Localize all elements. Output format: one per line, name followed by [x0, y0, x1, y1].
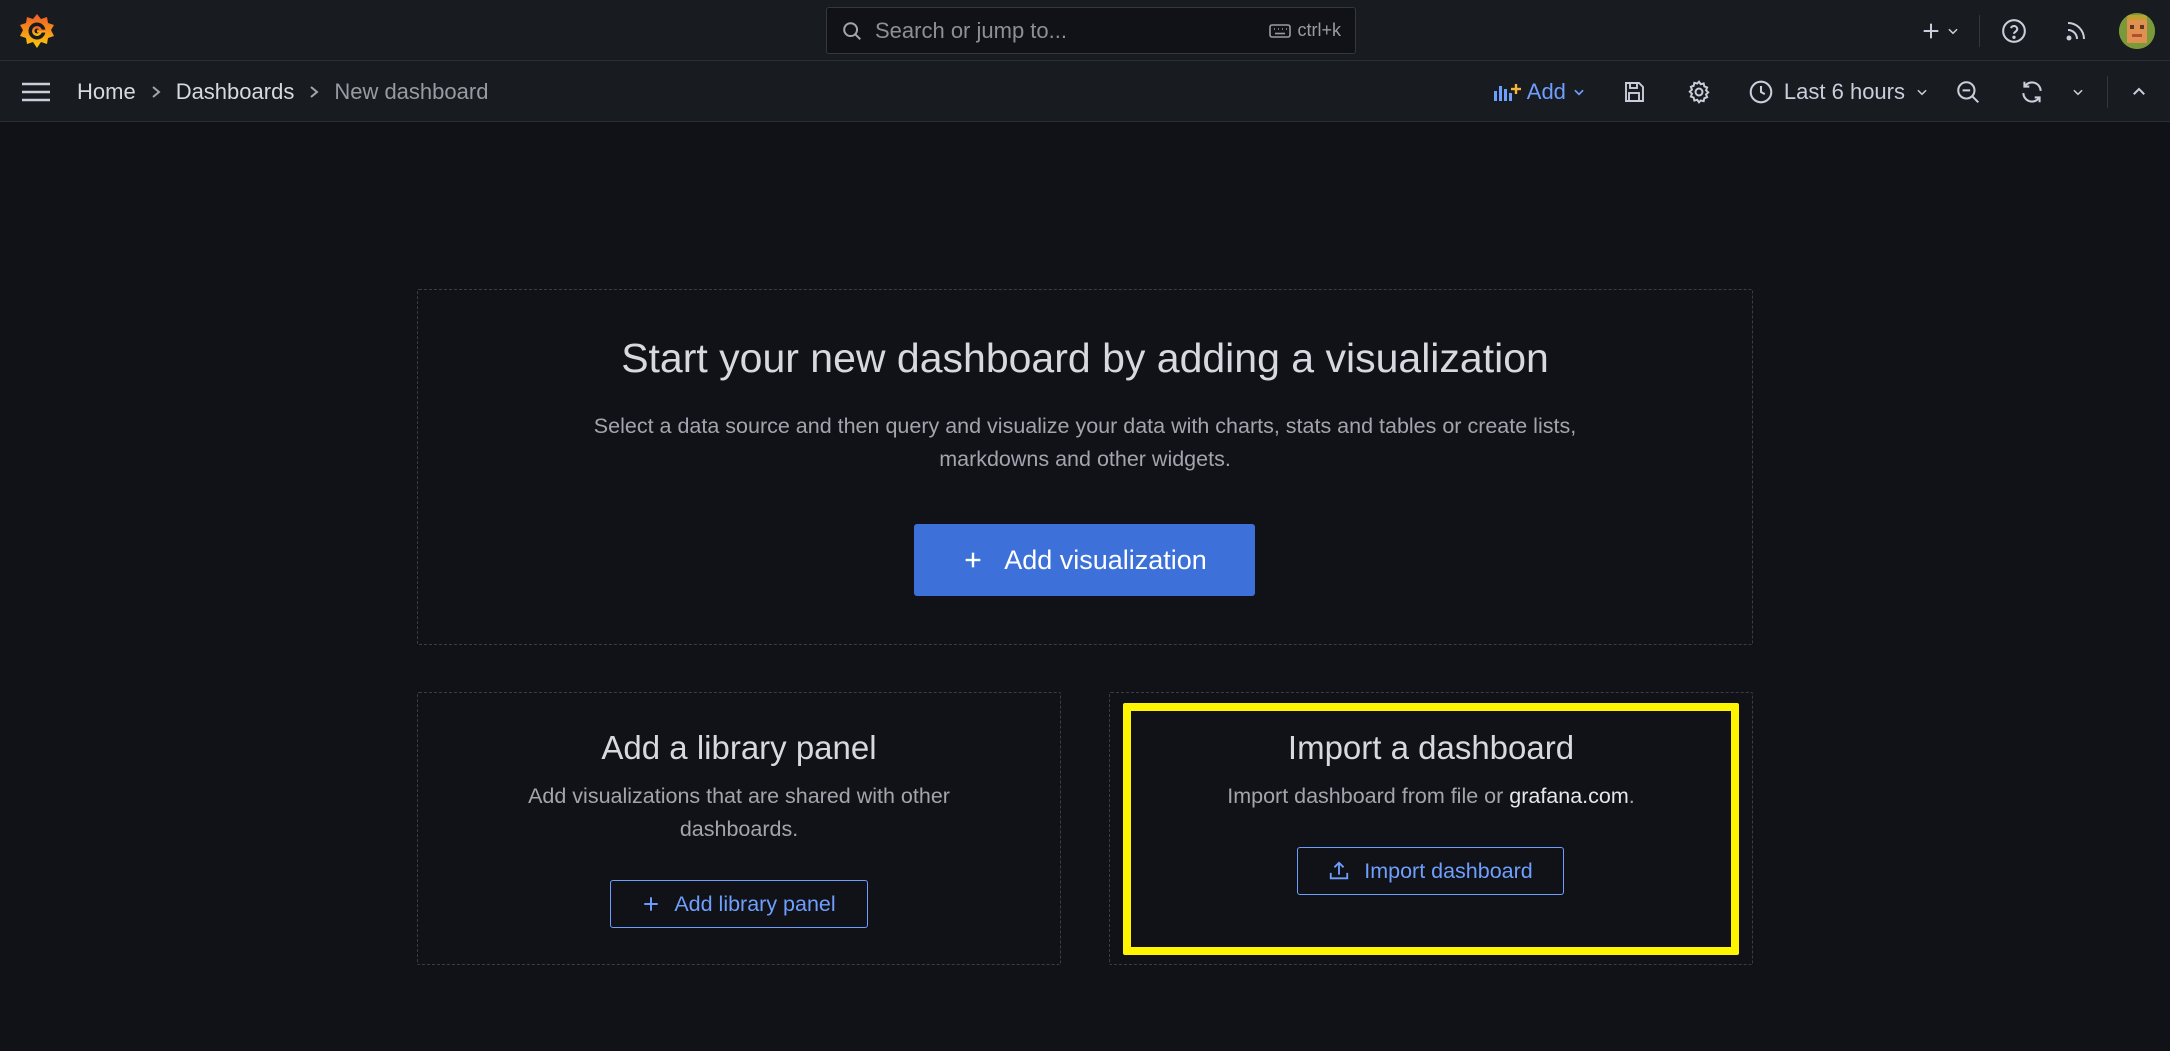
main-description: Select a data source and then query and … [593, 414, 1577, 471]
breadcrumb-current: New dashboard [334, 78, 489, 104]
plus-icon [642, 895, 660, 913]
search-icon [841, 20, 863, 42]
top-bar: Search or jump to... ctrl+k [0, 0, 2170, 61]
time-range-picker[interactable]: Last 6 hours [1748, 79, 1929, 105]
add-library-panel-label: Add library panel [674, 891, 836, 916]
search-shortcut: ctrl+k [1269, 20, 1341, 41]
breadcrumb-dashboards[interactable]: Dashboards [176, 79, 295, 105]
avatar [2119, 12, 2155, 49]
chevron-down-icon [1915, 85, 1929, 99]
upload-icon [1328, 860, 1350, 882]
news-button[interactable] [2048, 19, 2104, 43]
breadcrumb: Home Dashboards New dashboard [77, 61, 488, 122]
add-menu-label: Add [1526, 78, 1566, 104]
chevron-down-icon [1572, 85, 1586, 99]
chevron-down-icon [2071, 85, 2085, 99]
refresh-interval-button[interactable] [2071, 85, 2085, 99]
save-dashboard-button[interactable] [1622, 80, 1646, 104]
add-menu-button[interactable]: Add [1493, 79, 1586, 105]
time-range-label: Last 6 hours [1783, 78, 1905, 104]
grafana-logo[interactable] [18, 12, 56, 50]
add-library-panel-button[interactable]: Add library panel [610, 880, 868, 928]
shortcut-label: ctrl+k [1297, 20, 1341, 40]
add-visualization-panel: Start your new dashboard by adding a vis… [417, 289, 1753, 645]
grafana-com-link[interactable]: grafana.com [1509, 784, 1629, 808]
breadcrumb-home[interactable]: Home [77, 79, 136, 105]
dashboard-toolbar: Add Last 6 hours [1493, 61, 2170, 122]
clock-icon [1748, 79, 1774, 105]
keyboard-icon [1269, 23, 1292, 39]
add-visualization-label: Add visualization [1004, 544, 1207, 575]
menu-toggle-button[interactable] [20, 76, 52, 108]
profile-button[interactable] [2104, 12, 2170, 49]
rss-icon [2064, 19, 2088, 43]
import-description-text: Import dashboard from file or [1227, 784, 1510, 808]
import-dashboard-card: Import a dashboard Import dashboard from… [1109, 692, 1753, 965]
nav-bar: Home Dashboards New dashboard Add Last 6… [0, 61, 2170, 122]
plus-icon [962, 549, 984, 571]
help-button[interactable] [1980, 18, 2048, 44]
settings-button[interactable] [1686, 79, 1712, 105]
main-title: Start your new dashboard by adding a vis… [621, 335, 1549, 381]
search-placeholder: Search or jump to... [875, 17, 1067, 43]
import-dashboard-button[interactable]: Import dashboard [1297, 847, 1564, 895]
help-icon [2001, 18, 2027, 44]
gear-icon [1686, 79, 1712, 105]
chevron-up-icon [2130, 83, 2148, 101]
hamburger-icon [20, 76, 52, 108]
zoom-out-button[interactable] [1955, 79, 1981, 105]
search-input[interactable]: Search or jump to... ctrl+k [826, 7, 1356, 54]
import-description-suffix: . [1628, 784, 1635, 808]
refresh-icon [2019, 79, 2045, 105]
library-description: Add visualizations that are shared with … [528, 784, 950, 841]
import-description: Import dashboard from file or grafana.co… [1190, 780, 1672, 813]
top-right-actions [1915, 0, 2170, 61]
panel-add-icon [1493, 81, 1521, 103]
library-title: Add a library panel [601, 729, 877, 766]
refresh-button[interactable] [2019, 79, 2045, 105]
add-visualization-button[interactable]: Add visualization [914, 524, 1255, 596]
zoom-out-icon [1955, 79, 1981, 105]
chevron-right-icon [150, 85, 162, 99]
save-icon [1622, 80, 1646, 104]
chevron-right-icon [308, 85, 320, 99]
collapse-button[interactable] [2108, 83, 2170, 101]
new-menu-button[interactable] [1915, 20, 1965, 42]
plus-icon [1920, 20, 1942, 42]
import-title: Import a dashboard [1287, 729, 1575, 766]
library-panel-card: Add a library panel Add visualizations t… [417, 692, 1061, 965]
chevron-down-icon [1946, 24, 1960, 38]
import-dashboard-label: Import dashboard [1364, 858, 1533, 883]
